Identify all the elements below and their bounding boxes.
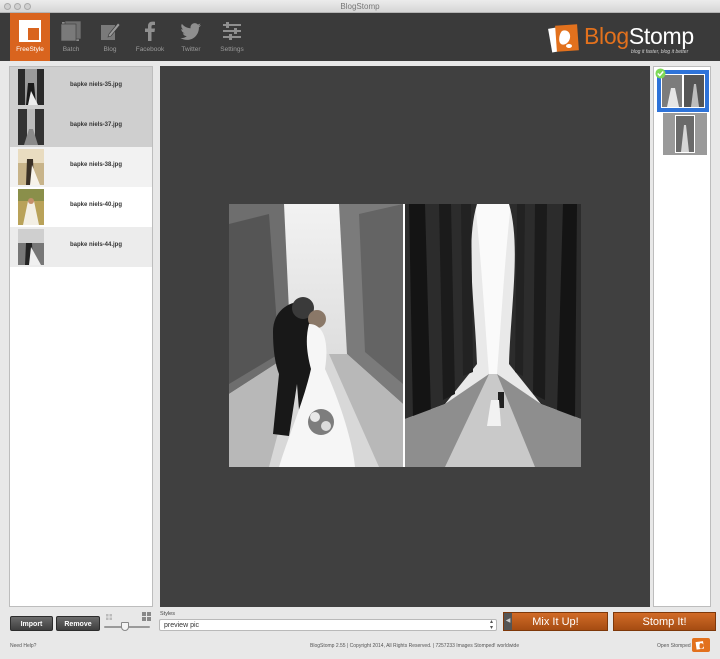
file-list-item[interactable]: bapke niels-38.jpg bbox=[10, 147, 152, 187]
zoom-window-button[interactable] bbox=[24, 3, 31, 10]
minimize-window-button[interactable] bbox=[14, 3, 21, 10]
layout-option-two-photo[interactable] bbox=[655, 68, 709, 112]
close-window-button[interactable] bbox=[4, 3, 11, 10]
dropdown-arrows-icon: ▴ ▾ bbox=[489, 619, 493, 631]
toolbar-facebook-label: Facebook bbox=[135, 46, 165, 53]
copyright-text: BlogStomp 2.55 | Copyright 2014, All Rig… bbox=[310, 643, 520, 649]
remove-button[interactable]: Remove bbox=[56, 616, 100, 631]
file-list-item[interactable]: bapke niels-44.jpg bbox=[10, 227, 152, 267]
file-thumbnail bbox=[18, 229, 44, 265]
toolbar-twitter-label: Twitter bbox=[181, 46, 201, 53]
preview-canvas bbox=[160, 66, 650, 607]
stomped-folder-icon bbox=[695, 641, 705, 650]
file-list: bapke niels-35.jpg bapke niels-37.jpg ba… bbox=[9, 66, 153, 607]
file-list-item[interactable]: bapke niels-40.jpg bbox=[10, 187, 152, 227]
styles-label: Styles bbox=[160, 611, 175, 617]
main-toolbar: FreeStyle Batch Blog Facebook Twitter Se… bbox=[0, 13, 720, 61]
file-name: bapke niels-37.jpg bbox=[70, 122, 123, 128]
brand-name: BlogStomp bbox=[584, 23, 694, 50]
freestyle-layout-icon bbox=[19, 20, 41, 42]
blogstomp-logo: BlogStomp blog it faster, blog it better bbox=[548, 21, 708, 55]
toolbar-freestyle-button[interactable]: FreeStyle bbox=[10, 13, 50, 61]
collage-photo-left bbox=[229, 204, 403, 467]
toolbar-settings-label: Settings bbox=[220, 46, 244, 53]
toolbar-twitter-button[interactable]: Twitter bbox=[171, 13, 211, 61]
file-thumbnail bbox=[18, 149, 44, 185]
toolbar-settings-button[interactable]: Settings bbox=[212, 13, 252, 61]
file-name: bapke niels-38.jpg bbox=[70, 162, 123, 168]
batch-stack-icon bbox=[60, 20, 82, 42]
file-thumbnail bbox=[18, 69, 44, 105]
toolbar-facebook-button[interactable]: Facebook bbox=[130, 13, 170, 61]
styles-dropdown[interactable]: preview pic ▴ ▾ bbox=[159, 619, 497, 631]
toolbar-blog-label: Blog bbox=[103, 46, 117, 53]
file-name: bapke niels-35.jpg bbox=[70, 82, 123, 88]
stomp-it-button[interactable]: Stomp It! bbox=[613, 612, 716, 631]
window-title-bar: BlogStomp bbox=[0, 0, 720, 13]
file-thumbnail bbox=[18, 109, 44, 145]
file-list-item[interactable]: bapke niels-35.jpg bbox=[10, 67, 152, 107]
toolbar-batch-button[interactable]: Batch bbox=[51, 13, 91, 61]
file-thumbnail bbox=[18, 189, 44, 225]
file-list-item[interactable]: bapke niels-37.jpg bbox=[10, 107, 152, 147]
large-thumbnails-icon bbox=[142, 612, 151, 621]
toolbar-freestyle-label: FreeStyle bbox=[16, 46, 44, 53]
twitter-bird-icon bbox=[180, 23, 201, 40]
facebook-icon bbox=[145, 21, 155, 41]
mix-it-up-button[interactable]: ◀ Mix It Up! bbox=[503, 612, 608, 631]
collage-photo-right bbox=[405, 204, 581, 467]
selected-checkmark-icon bbox=[655, 68, 666, 79]
blog-pencil-icon bbox=[101, 22, 121, 40]
brand-name-part2: Stomp bbox=[628, 23, 694, 49]
file-name: bapke niels-40.jpg bbox=[70, 202, 123, 208]
thumbnail-size-slider-handle[interactable] bbox=[121, 622, 129, 631]
open-stomped-button[interactable] bbox=[692, 638, 710, 652]
small-thumbnails-icon bbox=[106, 614, 112, 620]
file-name: bapke niels-44.jpg bbox=[70, 242, 123, 248]
blogstomp-logo-icon bbox=[548, 24, 579, 53]
import-button[interactable]: Import bbox=[10, 616, 53, 631]
toolbar-blog-button[interactable]: Blog bbox=[90, 13, 130, 61]
layout-picker bbox=[653, 66, 711, 607]
window-title: BlogStomp bbox=[340, 2, 380, 11]
toolbar-batch-label: Batch bbox=[62, 46, 80, 53]
collage-preview bbox=[229, 204, 581, 467]
layout-preview-single-photo bbox=[663, 113, 707, 155]
layout-preview-two-photo bbox=[661, 74, 705, 108]
styles-selected-value: preview pic bbox=[164, 622, 200, 629]
layout-option-single-photo[interactable] bbox=[663, 113, 707, 155]
mix-left-arrow-icon: ◀ bbox=[504, 613, 512, 630]
mix-it-up-label: Mix It Up! bbox=[532, 616, 579, 628]
brand-tagline: blog it faster, blog it better bbox=[631, 49, 689, 55]
open-stomped-link[interactable]: Open Stomped bbox=[657, 643, 691, 649]
brand-name-part1: Blog bbox=[584, 23, 629, 49]
settings-sliders-icon bbox=[223, 22, 241, 40]
need-help-link[interactable]: Need Help? bbox=[10, 643, 36, 649]
